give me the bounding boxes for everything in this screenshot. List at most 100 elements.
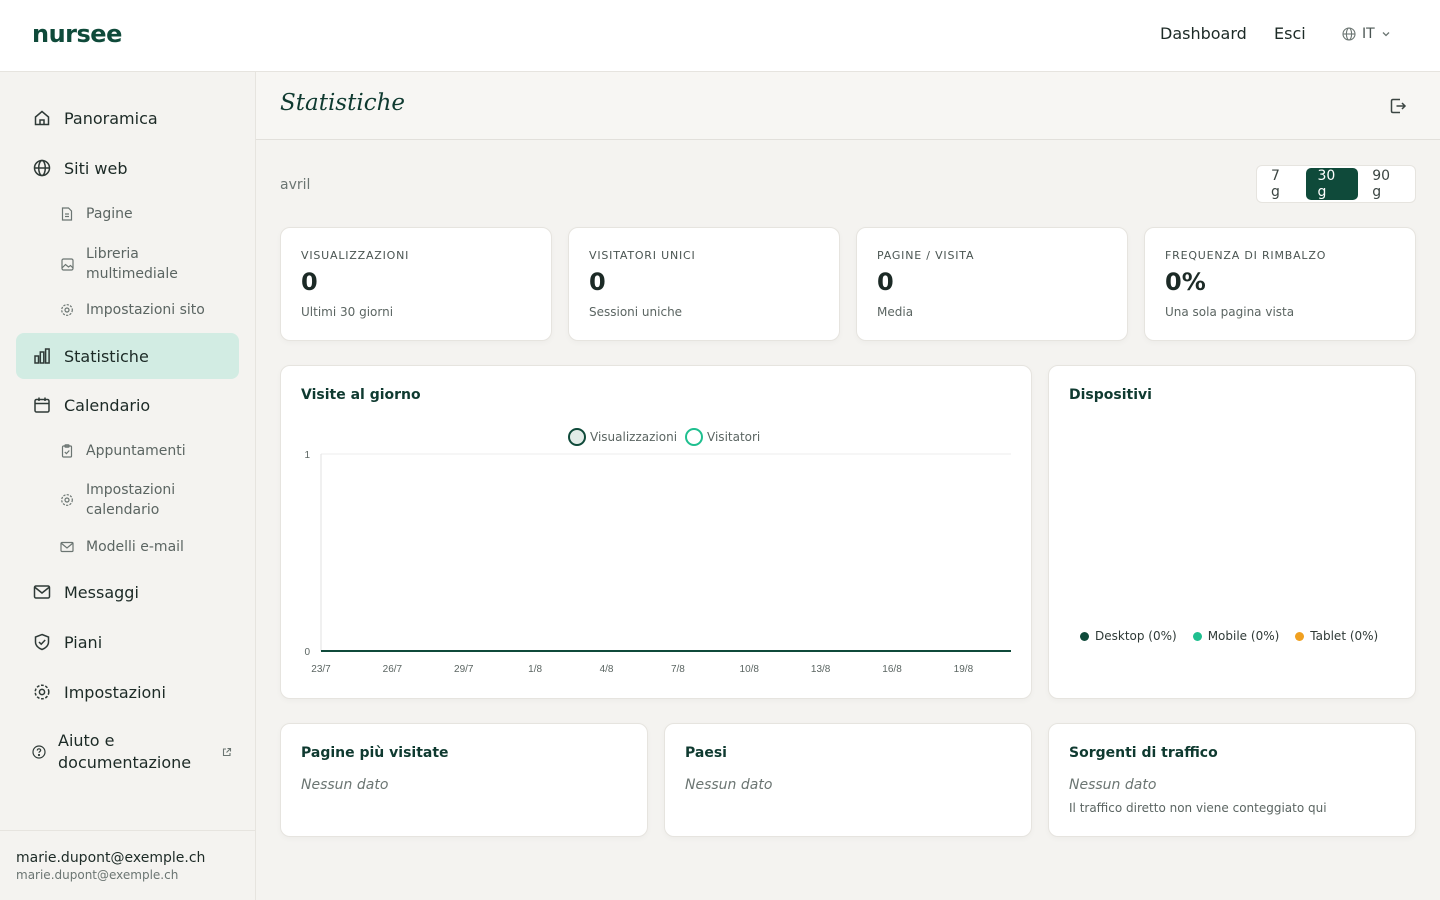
sidebar-item-pagine[interactable]: Pagine — [60, 206, 230, 222]
sidebar-item-label: Modelli e-mail — [86, 539, 184, 555]
range-90-button[interactable]: 90 g — [1360, 168, 1413, 200]
sidebar-item-messaggi[interactable]: Messaggi — [16, 569, 239, 615]
sidebar-item-label: Impostazioni — [86, 482, 176, 498]
sidebar-item-libreria[interactable]: Libreria multimediale — [60, 244, 230, 284]
empty-state: Nessun dato — [1069, 777, 1157, 793]
sidebar-item-impostazioni-calendario[interactable]: Impostazioni calendario — [60, 480, 230, 520]
sidebar-item-impostazioni-sito[interactable]: Impostazioni sito — [60, 302, 230, 318]
logout-link[interactable]: Esci — [1274, 24, 1306, 43]
legend-label: Tablet (0%) — [1310, 629, 1379, 643]
sidebar-item-aiuto[interactable]: Aiuto e documentazione — [32, 730, 232, 774]
card-title: Pagine più visitate — [301, 745, 449, 761]
sidebar-item-label: Impostazioni sito — [86, 302, 205, 318]
sidebar-item-label: Panoramica — [64, 108, 158, 128]
card-title: Paesi — [685, 745, 727, 761]
range-7-button[interactable]: 7 g — [1259, 168, 1304, 200]
stat-value: 0 — [589, 268, 606, 296]
x-tick-label: 4/8 — [600, 664, 614, 675]
sidebar-item-calendario[interactable]: Calendario — [16, 382, 239, 428]
language-selector[interactable]: IT — [1342, 26, 1391, 42]
stat-card-pages-per-visit: PAGINE / VISITA 0 Media — [856, 227, 1128, 341]
shield-icon — [32, 632, 52, 652]
card-title: Sorgenti di traffico — [1069, 745, 1218, 761]
sidebar-item-label: Piani — [64, 632, 103, 652]
globe-icon — [1342, 27, 1356, 41]
sidebar-item-siti-web[interactable]: Siti web — [16, 145, 239, 191]
legend-label: Desktop (0%) — [1095, 629, 1177, 643]
stat-subtitle: Ultimi 30 giorni — [301, 305, 394, 319]
legend-dot — [1192, 631, 1202, 641]
x-tick-label: 29/7 — [454, 664, 474, 675]
x-tick-label: 26/7 — [383, 664, 403, 675]
stat-subtitle: Sessioni uniche — [589, 305, 683, 319]
top-pages-card: Pagine più visitate Nessun dato — [280, 723, 648, 837]
help-icon — [32, 745, 46, 759]
user-subtitle: marie.dupont@exemple.ch — [16, 868, 179, 882]
x-tick-label: 19/8 — [954, 664, 974, 675]
x-tick-label: 13/8 — [811, 664, 831, 675]
page-header: Statistiche — [256, 72, 1440, 140]
clipboard-icon — [60, 444, 74, 458]
globe-icon — [32, 158, 52, 178]
card-title: Dispositivi — [1069, 387, 1152, 403]
stat-subtitle: Media — [877, 305, 914, 319]
sidebar-item-modelli-email[interactable]: Modelli e-mail — [60, 539, 230, 555]
legend-dot — [1080, 631, 1089, 641]
user-email: marie.dupont@exemple.ch — [16, 850, 206, 866]
devices-card: Dispositivi Desktop (0%) Mobile (0%) Tab… — [1048, 365, 1416, 699]
mail-icon — [60, 540, 74, 554]
stat-card-visitors: VISITATORI UNICI 0 Sessioni uniche — [568, 227, 840, 341]
period-label: avril — [280, 177, 311, 193]
sidebar-item-statistiche[interactable]: Statistiche — [16, 333, 239, 379]
sidebar-item-label: multimediale — [86, 266, 178, 282]
gear-icon — [32, 682, 52, 702]
stat-card-bounce-rate: FREQUENZA DI RIMBALZO 0% Una sola pagina… — [1144, 227, 1416, 341]
sidebar-item-piani[interactable]: Piani — [16, 619, 239, 665]
legend-entry-tablet: Tablet (0%) — [1295, 629, 1378, 643]
sidebar-item-label: Libreria — [86, 246, 139, 262]
calendar-icon — [32, 395, 52, 415]
empty-state: Nessun dato — [301, 777, 389, 793]
stat-value: 0% — [1165, 268, 1206, 296]
range-selector: 7 g 30 g 90 g — [1256, 165, 1416, 203]
sidebar: Panoramica Siti web Pagine Libreria mult… — [0, 72, 256, 900]
y-tick-label: 1 — [304, 450, 310, 461]
page-title: Statistiche — [280, 90, 406, 116]
mail-icon — [32, 582, 52, 602]
gear-icon — [60, 493, 74, 507]
sidebar-item-label: Impostazioni — [64, 682, 166, 702]
sidebar-item-impostazioni[interactable]: Impostazioni — [16, 669, 239, 715]
sidebar-item-label: Statistiche — [64, 346, 149, 366]
stat-subtitle: Una sola pagina vista — [1165, 305, 1295, 319]
sidebar-item-panoramica[interactable]: Panoramica — [16, 95, 239, 141]
language-label: IT — [1362, 26, 1375, 42]
app-logo[interactable]: nursee — [32, 20, 122, 48]
gear-icon — [60, 303, 74, 317]
logout-icon[interactable] — [1388, 96, 1408, 120]
x-tick-label: 7/8 — [671, 664, 685, 675]
sidebar-item-label: documentazione — [58, 753, 192, 772]
image-icon — [60, 257, 74, 271]
legend-label: Mobile (0%) — [1207, 629, 1280, 643]
user-account[interactable]: marie.dupont@exemple.ch marie.dupont@exe… — [0, 830, 255, 900]
sidebar-item-label: calendario — [86, 502, 160, 518]
top-bar: nursee Dashboard Esci IT — [0, 0, 1440, 72]
sidebar-item-label: Pagine — [86, 206, 133, 222]
legend-dot — [1295, 631, 1305, 641]
sidebar-item-label: Aiuto e — [58, 731, 115, 750]
bar-chart-icon — [32, 346, 52, 366]
x-tick-label: 1/8 — [528, 664, 542, 675]
legend-entry-desktop: Desktop (0%) — [1080, 629, 1177, 643]
stat-card-views: VISUALIZZAZIONI 0 Ultimi 30 giorni — [280, 227, 552, 341]
dashboard-link[interactable]: Dashboard — [1160, 24, 1247, 43]
stat-label: VISUALIZZAZIONI — [301, 249, 410, 262]
range-30-button[interactable]: 30 g — [1305, 168, 1359, 200]
legend-entry-mobile: Mobile (0%) — [1192, 629, 1280, 643]
external-link-icon — [222, 747, 232, 757]
sidebar-item-appuntamenti[interactable]: Appuntamenti — [60, 443, 230, 459]
empty-state: Nessun dato — [685, 777, 773, 793]
home-icon — [32, 108, 52, 128]
x-tick-label: 23/7 — [311, 664, 331, 675]
stat-value: 0 — [301, 268, 318, 296]
traffic-note: Il traffico diretto non viene conteggiat… — [1069, 801, 1327, 815]
